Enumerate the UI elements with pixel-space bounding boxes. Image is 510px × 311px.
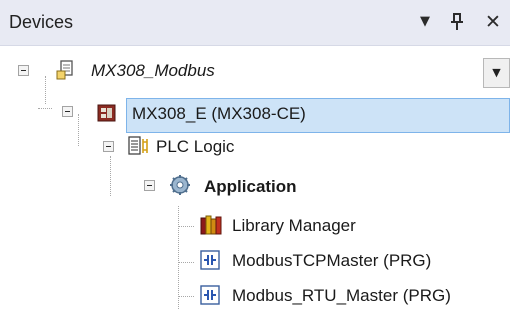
- plc-logic-icon: [127, 135, 149, 157]
- program-pou-icon: [199, 249, 221, 271]
- tree-guide-line: [78, 114, 79, 146]
- tree-guide-line: [110, 156, 111, 196]
- child-node-label[interactable]: Modbus_RTU_Master (PRG): [232, 286, 451, 306]
- child-node-label[interactable]: Library Manager: [232, 216, 356, 236]
- close-icon[interactable]: ✕: [482, 10, 504, 34]
- application-node-label[interactable]: Application: [204, 177, 297, 197]
- device-icon: [96, 102, 118, 124]
- panel-menu-dropdown-icon[interactable]: ▼: [414, 10, 436, 34]
- project-document-icon: [55, 59, 77, 81]
- plc-logic-node-label[interactable]: PLC Logic: [156, 137, 234, 157]
- devices-tree: MX308_Modbus ▼ MX308_E (MX308-CE) PLC Lo…: [0, 46, 510, 309]
- program-pou-icon: [199, 284, 221, 306]
- collapse-toggle-project[interactable]: [18, 65, 29, 76]
- collapse-toggle-plc-logic[interactable]: [103, 141, 114, 152]
- tree-guide-line: [38, 108, 52, 109]
- application-gear-icon: [169, 174, 191, 196]
- library-books-icon: [199, 214, 222, 236]
- tree-guide-line: [178, 226, 194, 227]
- collapse-toggle-application[interactable]: [144, 180, 155, 191]
- panel-title: Devices: [9, 12, 74, 32]
- tree-guide-line: [178, 262, 194, 263]
- collapse-toggle-device[interactable]: [62, 106, 73, 117]
- tree-guide-line: [45, 76, 46, 104]
- project-node-label[interactable]: MX308_Modbus: [91, 61, 215, 81]
- pin-icon[interactable]: [446, 10, 468, 34]
- child-node-label[interactable]: ModbusTCPMaster (PRG): [232, 251, 431, 271]
- project-dropdown-button[interactable]: ▼: [483, 58, 510, 88]
- devices-panel-titlebar: Devices ▼ ✕: [0, 0, 510, 46]
- tree-guide-line: [178, 206, 179, 309]
- device-node-label[interactable]: MX308_E (MX308-CE): [132, 104, 306, 124]
- tree-guide-line: [178, 296, 194, 297]
